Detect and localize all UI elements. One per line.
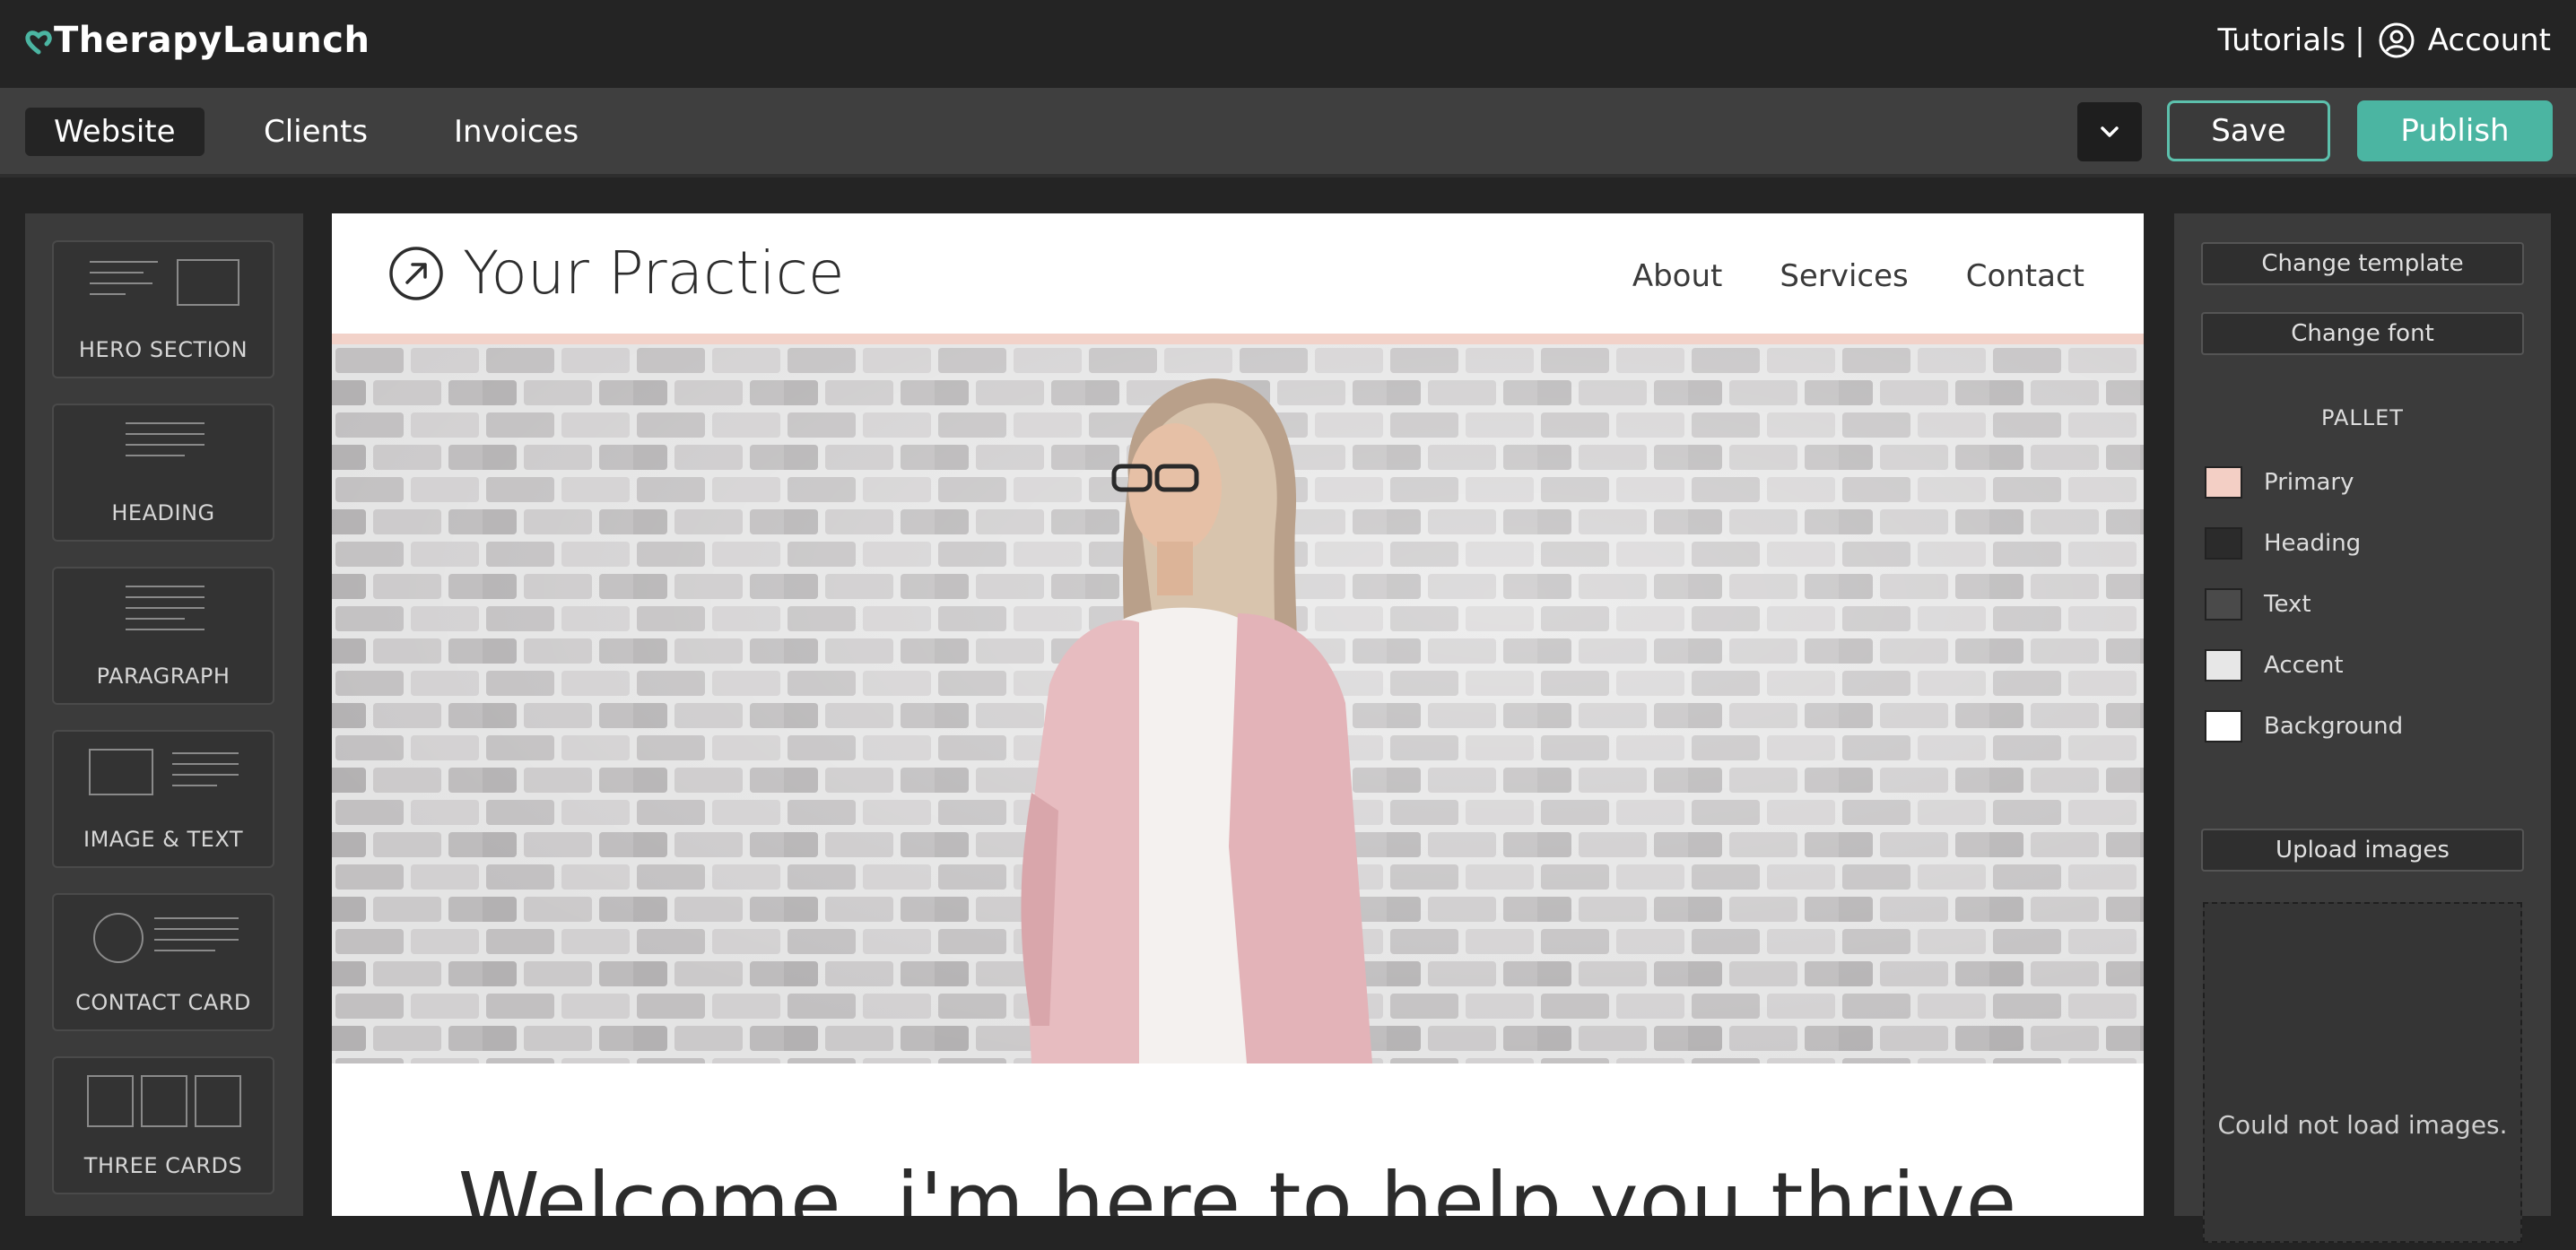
block-hero-section[interactable]: HERO SECTION bbox=[52, 240, 274, 378]
swatch-primary[interactable] bbox=[2205, 466, 2242, 499]
user-circle-icon[interactable] bbox=[2378, 22, 2415, 59]
divider: | bbox=[2354, 22, 2365, 58]
pallet-item-heading[interactable]: Heading bbox=[2205, 527, 2361, 560]
tutorials-link[interactable]: Tutorials bbox=[2218, 22, 2346, 58]
pallet-heading: PALLET bbox=[2321, 405, 2404, 430]
brand-logo[interactable]: TherapyLaunch bbox=[25, 20, 370, 61]
publish-button[interactable]: Publish bbox=[2357, 100, 2553, 161]
chevron-down-icon bbox=[2101, 126, 2119, 137]
site-header[interactable]: Your Practice About Services Contact bbox=[332, 213, 2144, 334]
block-label: HEADING bbox=[111, 500, 215, 525]
upload-images-button[interactable]: Upload images bbox=[2201, 829, 2524, 872]
tab-website[interactable]: Website bbox=[25, 108, 205, 156]
tab-clients[interactable]: Clients bbox=[235, 108, 396, 156]
blocks-sidebar: HERO SECTION HEADING PARAGRAPH IMAGE & T… bbox=[25, 213, 303, 1216]
website-preview[interactable]: Your Practice About Services Contact Wel… bbox=[332, 213, 2144, 1216]
swatch-heading[interactable] bbox=[2205, 527, 2242, 560]
block-label: CONTACT CARD bbox=[75, 990, 251, 1015]
pallet-item-text[interactable]: Text bbox=[2205, 588, 2311, 621]
hero-section-icon bbox=[90, 259, 239, 306]
three-cards-icon bbox=[87, 1075, 241, 1127]
paragraph-icon bbox=[126, 586, 205, 630]
site-logo[interactable]: Your Practice bbox=[387, 239, 845, 308]
block-label: THREE CARDS bbox=[83, 1153, 243, 1178]
site-nav: About Services Contact bbox=[1632, 258, 2084, 294]
swatch-label: Heading bbox=[2264, 530, 2362, 557]
block-three-cards[interactable]: THREE CARDS bbox=[52, 1056, 274, 1194]
heading-icon bbox=[126, 422, 205, 456]
swatch-background[interactable] bbox=[2205, 710, 2242, 742]
pallet-item-accent[interactable]: Accent bbox=[2205, 649, 2344, 681]
save-button[interactable]: Save bbox=[2167, 100, 2330, 161]
nav-contact[interactable]: Contact bbox=[1966, 258, 2084, 294]
block-label: HERO SECTION bbox=[78, 337, 248, 362]
pallet-item-primary[interactable]: Primary bbox=[2205, 466, 2354, 499]
nav-services[interactable]: Services bbox=[1780, 258, 1908, 294]
swatch-label: Primary bbox=[2264, 469, 2354, 496]
nav-about[interactable]: About bbox=[1632, 258, 1723, 294]
contact-card-icon bbox=[93, 913, 239, 963]
account-link[interactable]: Account bbox=[2428, 22, 2551, 58]
site-title: Your Practice bbox=[463, 239, 845, 308]
swatch-text[interactable] bbox=[2205, 588, 2242, 621]
arrow-up-right-circle-icon bbox=[389, 246, 443, 300]
swatch-label: Text bbox=[2264, 591, 2311, 618]
pallet-item-background[interactable]: Background bbox=[2205, 710, 2403, 742]
block-image-text[interactable]: IMAGE & TEXT bbox=[52, 730, 274, 868]
top-bar: TherapyLaunch Tutorials | Account bbox=[0, 0, 2576, 88]
swatch-label: Background bbox=[2264, 713, 2404, 740]
block-contact-card[interactable]: CONTACT CARD bbox=[52, 893, 274, 1031]
tab-invoices[interactable]: Invoices bbox=[425, 108, 607, 156]
welcome-heading[interactable]: Welcome, i'm here to help you thrive bbox=[332, 1155, 2144, 1216]
brand-name: TherapyLaunch bbox=[54, 20, 370, 61]
swatch-label: Accent bbox=[2264, 652, 2344, 679]
more-options-button[interactable] bbox=[2077, 102, 2142, 161]
image-library[interactable]: Could not load images. bbox=[2203, 902, 2522, 1243]
hero-image[interactable] bbox=[332, 344, 2144, 1063]
heart-logo-icon bbox=[25, 30, 52, 55]
block-paragraph[interactable]: PARAGRAPH bbox=[52, 567, 274, 705]
change-template-button[interactable]: Change template bbox=[2201, 242, 2524, 285]
main-toolbar: Website Clients Invoices Save Publish bbox=[0, 88, 2576, 178]
block-label: IMAGE & TEXT bbox=[83, 827, 244, 852]
change-font-button[interactable]: Change font bbox=[2201, 312, 2524, 355]
block-label: PARAGRAPH bbox=[96, 664, 231, 689]
image-text-icon bbox=[89, 749, 239, 795]
block-heading[interactable]: HEADING bbox=[52, 404, 274, 542]
design-panel: Change template Change font PALLET Prima… bbox=[2174, 213, 2551, 1243]
header-accent-bar bbox=[332, 334, 2144, 344]
swatch-accent[interactable] bbox=[2205, 649, 2242, 681]
image-load-error: Could not load images. bbox=[2217, 1110, 2508, 1140]
